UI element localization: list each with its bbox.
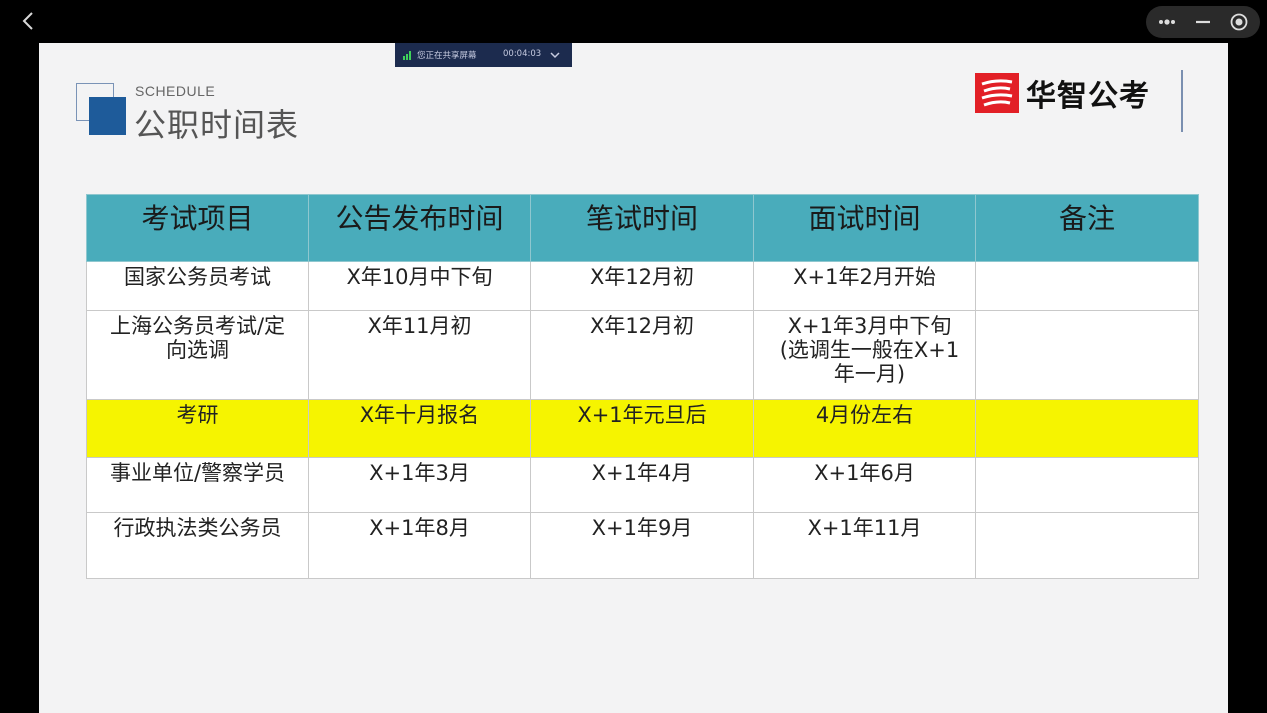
chevron-left-icon	[22, 12, 33, 30]
signal-icon	[403, 51, 411, 60]
window-controls	[1146, 6, 1260, 38]
cell-note	[975, 399, 1199, 458]
chevron-down-icon[interactable]	[548, 48, 562, 62]
more-icon	[1159, 19, 1175, 25]
record-icon	[1230, 13, 1248, 31]
table-row: 国家公务员考试 X年10月中下旬 X年12月初 X+1年2月开始	[86, 261, 1199, 311]
window-title-bar	[0, 0, 1267, 43]
schedule-table: 考试项目 公告发布时间 笔试时间 面试时间 备注 国家公务员考试 X年10月中下…	[86, 194, 1199, 579]
back-button[interactable]	[16, 8, 42, 34]
logo-mark-icon	[975, 73, 1019, 113]
cell-interview: X+1年11月	[753, 512, 976, 579]
cell-announce: X年10月中下旬	[308, 261, 531, 311]
header-interview-time: 面试时间	[753, 194, 976, 262]
cell-interview: X+1年2月开始	[753, 261, 976, 311]
cell-announce: X+1年8月	[308, 512, 531, 579]
table-row-highlighted: 考研 X年十月报名 X+1年元旦后 4月份左右	[86, 399, 1199, 458]
divider	[1181, 70, 1183, 132]
more-button[interactable]	[1154, 10, 1180, 34]
cell-announce: X年十月报名	[308, 399, 531, 458]
cell-item: 国家公务员考试	[86, 261, 309, 311]
cell-interview: 4月份左右	[753, 399, 976, 458]
cell-note	[975, 512, 1199, 579]
cell-note	[975, 261, 1199, 311]
table-row: 事业单位/警察学员 X+1年3月 X+1年4月 X+1年6月	[86, 457, 1199, 513]
title-decoration	[76, 83, 128, 137]
share-timer: 00:04:03	[503, 49, 542, 59]
header-announce-time: 公告发布时间	[308, 194, 531, 262]
cell-interview: X+1年6月	[753, 457, 976, 513]
header-exam-item: 考试项目	[86, 194, 309, 262]
cell-note	[975, 310, 1199, 400]
table-header-row: 考试项目 公告发布时间 笔试时间 面试时间 备注	[86, 194, 1199, 262]
cell-written: X+1年元旦后	[530, 399, 754, 458]
cell-written: X+1年9月	[530, 512, 754, 579]
logo-text: 华智公考	[1026, 79, 1150, 114]
cell-announce: X+1年3月	[308, 457, 531, 513]
cell-item: 事业单位/警察学员	[86, 457, 309, 513]
cell-announce: X年11月初	[308, 310, 531, 400]
minimize-icon	[1196, 20, 1210, 24]
screen-share-bar: 您正在共享屏幕 00:04:03	[395, 43, 572, 67]
share-status-text: 您正在共享屏幕	[417, 51, 477, 61]
table-row: 上海公务员考试/定向选调 X年11月初 X年12月初 X+1年3月中下旬(选调生…	[86, 310, 1199, 400]
cell-note	[975, 457, 1199, 513]
cell-written: X年12月初	[530, 261, 754, 311]
minimize-button[interactable]	[1190, 10, 1216, 34]
cell-item: 上海公务员考试/定向选调	[86, 310, 309, 400]
header-note: 备注	[975, 194, 1199, 262]
cell-written: X+1年4月	[530, 457, 754, 513]
slide-title: 公职时间表	[134, 106, 300, 144]
slide-subtitle-en: SCHEDULE	[135, 83, 216, 99]
table-row: 行政执法类公务员 X+1年8月 X+1年9月 X+1年11月	[86, 512, 1199, 579]
cell-written: X年12月初	[530, 310, 754, 400]
brand-logo: 华智公考	[975, 72, 1150, 114]
cell-interview: X+1年3月中下旬(选调生一般在X+1年一月)	[753, 310, 976, 400]
cell-item: 行政执法类公务员	[86, 512, 309, 579]
header-written-time: 笔试时间	[530, 194, 754, 262]
cell-item: 考研	[86, 399, 309, 458]
record-button[interactable]	[1226, 10, 1252, 34]
